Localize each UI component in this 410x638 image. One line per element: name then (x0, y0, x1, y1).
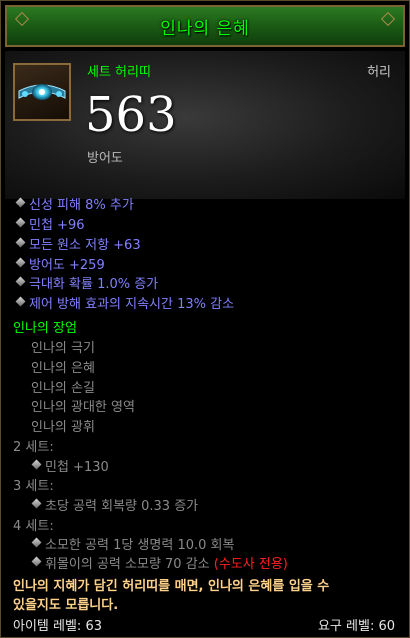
set-piece: 인나의 광휘 (31, 420, 95, 435)
bullet-icon (31, 498, 42, 509)
item-icon-frame (13, 63, 71, 121)
stat-line: 제어 방해 효과의 지속시간 13% 감소 (29, 297, 235, 312)
set-piece: 인나의 은혜 (31, 361, 95, 376)
flavor-text-line-2: 있을지도 모릅니다. (13, 598, 119, 613)
bullet-icon (15, 217, 26, 228)
item-title-bar: 인나의 은혜 (5, 5, 405, 47)
bullet-icon (15, 237, 26, 248)
item-slot-label: 허리 (367, 65, 391, 80)
set-bonus-3: 초당 공력 회복량 0.33 증가 (45, 499, 199, 514)
item-level: 아이템 레벨: 63 (13, 619, 102, 634)
armor-value: 563 (85, 87, 177, 143)
set-bonus-4b-text: 휘몰이의 공력 소모량 70 감소 (45, 557, 210, 572)
bullet-icon (15, 296, 26, 307)
bullet-icon (15, 276, 26, 287)
set-piece: 인나의 광대한 영역 (31, 400, 135, 415)
set-bonus-4-label: 4 세트: (13, 519, 54, 534)
item-type-label: 세트 허리띠 (87, 65, 151, 80)
bullet-icon (31, 537, 42, 548)
flavor-text-line-1: 인나의 지혜가 담긴 허리띠를 매면, 인나의 은혜를 입을 수 (13, 579, 330, 594)
bullet-icon (15, 257, 26, 268)
stat-line: 모든 원소 저항 +63 (29, 238, 141, 253)
stat-line: 극대화 확률 1.0% 증가 (29, 277, 159, 292)
set-name: 인나의 장엄 (13, 321, 77, 336)
item-name: 인나의 은혜 (160, 18, 250, 39)
set-bonus-2-label: 2 세트: (13, 440, 54, 455)
set-bonus-4b: 휘몰이의 공력 소모량 70 감소 (수도사 전용) (45, 553, 288, 572)
belt-icon (18, 84, 66, 100)
bullet-icon (31, 459, 42, 470)
set-piece: 인나의 극기 (31, 341, 95, 356)
set-bonus-4a: 소모한 공력 1당 생명력 10.0 회복 (45, 538, 235, 553)
stat-line: 민첩 +96 (29, 218, 85, 233)
set-bonus-2: 민첩 +130 (45, 460, 109, 475)
set-piece: 인나의 손길 (31, 381, 95, 396)
item-tooltip: 인나의 은혜 세트 허리띠 허리 563 방어도 신성 피해 8% 추가 민첩 … (0, 0, 410, 638)
class-restriction: (수도사 전용) (213, 557, 288, 572)
set-bonus-3-label: 3 세트: (13, 479, 54, 494)
stat-line: 방어도 +259 (29, 258, 105, 273)
stat-line: 신성 피해 8% 추가 (29, 198, 134, 213)
required-level: 요구 레벨: 60 (317, 619, 395, 634)
bullet-icon (15, 197, 26, 208)
bullet-icon (31, 556, 42, 567)
armor-label: 방어도 (87, 151, 123, 166)
